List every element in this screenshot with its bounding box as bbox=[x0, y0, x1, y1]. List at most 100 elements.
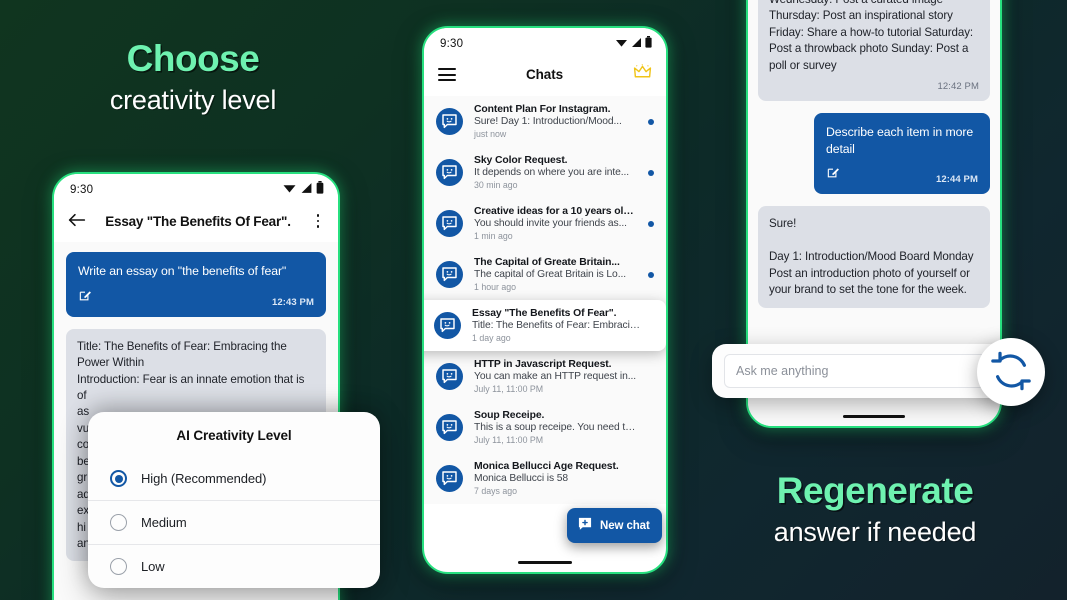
status-bar: 9:30 bbox=[54, 174, 338, 202]
chat-item-meta: Soup Receipe. This is a soup receipe. You… bbox=[474, 410, 637, 445]
creativity-option-label: Medium bbox=[141, 515, 187, 530]
promo-left-subheading: creativity level bbox=[109, 85, 277, 116]
chat-list-item[interactable]: Content Plan For Instagram. Sure! Day 1: … bbox=[424, 96, 666, 147]
search-input[interactable] bbox=[724, 354, 1000, 388]
promo-right-subheading: answer if needed bbox=[773, 517, 977, 548]
promo-composition: Choose creativity level Regenerate answe… bbox=[0, 0, 1067, 600]
chat-item-date: July 11, 11:00 PM bbox=[474, 435, 544, 445]
chat-list-item[interactable]: Essay "The Benefits Of Fear". Title: The … bbox=[424, 300, 666, 351]
bot-message-text: A content plan for Instagram for one wee… bbox=[769, 0, 974, 72]
chat-item-date: 1 hour ago bbox=[474, 282, 517, 292]
signal-icon bbox=[300, 181, 313, 199]
chat-item-meta: Monica Bellucci Age Request. Monica Bellu… bbox=[474, 461, 637, 496]
chat-item-meta: The Capital of Greate Britain... The capi… bbox=[474, 257, 637, 292]
chat-list-item[interactable]: Soup Receipe. This is a soup receipe. You… bbox=[424, 402, 666, 453]
user-message-text: Write an essay on "the benefits of fear" bbox=[78, 264, 287, 278]
bubble-footer: 12:44 PM bbox=[826, 166, 978, 185]
user-message-text: Describe each item in more detail bbox=[826, 125, 974, 156]
chat-item-date: just now bbox=[474, 129, 507, 139]
chat-item-title: Essay "The Benefits Of Fear". bbox=[472, 308, 617, 319]
chat-bot-avatar-icon bbox=[436, 414, 463, 441]
creativity-option-label: High (Recommended) bbox=[141, 471, 267, 486]
back-arrow-icon[interactable] bbox=[68, 212, 86, 230]
creativity-option-row[interactable]: High (Recommended) bbox=[88, 457, 380, 500]
radio-button-unselected[interactable] bbox=[110, 558, 127, 575]
chats-title: Chats bbox=[525, 67, 563, 82]
chat-item-meta: Sky Color Request. It depends on where yo… bbox=[474, 155, 637, 190]
chat-list-item[interactable]: Creative ideas for a 10 years old'... You… bbox=[424, 198, 666, 249]
chat-item-title: Monica Bellucci Age Request. bbox=[474, 461, 619, 472]
chat-bot-avatar-icon bbox=[434, 312, 461, 339]
chat-list-item[interactable]: The Capital of Greate Britain... The capi… bbox=[424, 249, 666, 300]
promo-left: Choose creativity level bbox=[38, 38, 348, 117]
chat-item-date: 7 days ago bbox=[474, 486, 518, 496]
creativity-option-row[interactable]: Low bbox=[88, 544, 380, 588]
bot-message-text: Sure! Day 1: Introduction/Mood Board Mon… bbox=[769, 217, 974, 297]
home-indicator bbox=[843, 414, 905, 418]
unread-badge bbox=[648, 169, 654, 176]
unread-badge bbox=[648, 271, 654, 278]
chat-item-title: Sky Color Request. bbox=[474, 155, 568, 166]
edit-pencil-icon[interactable] bbox=[78, 289, 92, 308]
bubble-footer: 12:43 PM bbox=[78, 289, 314, 308]
chat-list-item[interactable]: Sky Color Request. It depends on where yo… bbox=[424, 147, 666, 198]
chat-bot-avatar-icon bbox=[436, 465, 463, 492]
chat-item-snippet: Monica Bellucci is 58 bbox=[474, 473, 569, 484]
wifi-icon bbox=[615, 35, 628, 53]
ask-input-card bbox=[712, 344, 1012, 398]
chat-item-date: 30 min ago bbox=[474, 180, 518, 190]
chats-header: Chats bbox=[424, 56, 666, 96]
status-bar: 9:30 bbox=[424, 28, 666, 56]
wifi-icon bbox=[282, 181, 297, 199]
radio-button-unselected[interactable] bbox=[110, 514, 127, 531]
chat-item-meta: Content Plan For Instagram. Sure! Day 1: … bbox=[474, 104, 637, 139]
chat-item-title: Content Plan For Instagram. bbox=[474, 104, 611, 115]
chat-item-title: Soup Receipe. bbox=[474, 410, 545, 421]
chat-item-snippet: Sure! Day 1: Introduction/Mood... bbox=[474, 116, 622, 127]
user-message-bubble: Describe each item in more detail 12:44 … bbox=[814, 113, 990, 195]
chat-item-title: Creative ideas for a 10 years old'... bbox=[474, 206, 637, 217]
chat-item-title: HTTP in Javascript Request. bbox=[474, 359, 612, 370]
promo-right: Regenerate answer if needed bbox=[700, 470, 1050, 549]
chat-item-date: 1 day ago bbox=[472, 333, 511, 343]
creativity-option-row[interactable]: Medium bbox=[88, 500, 380, 544]
edit-pencil-icon[interactable] bbox=[826, 166, 840, 185]
regenerate-button[interactable] bbox=[977, 338, 1045, 406]
chat-list-item[interactable]: HTTP in Javascript Request. You can make … bbox=[424, 351, 666, 402]
chat-item-date: 1 min ago bbox=[474, 231, 513, 241]
chat-bot-avatar-icon bbox=[436, 261, 463, 288]
hamburger-menu-icon[interactable] bbox=[438, 68, 456, 81]
new-chat-button[interactable]: New chat bbox=[567, 508, 662, 543]
chat-bot-avatar-icon bbox=[436, 210, 463, 237]
user-message-bubble: Write an essay on "the benefits of fear"… bbox=[66, 252, 326, 317]
chat-item-snippet: It depends on where you are inte... bbox=[474, 167, 630, 178]
radio-button-selected[interactable] bbox=[110, 470, 127, 487]
status-clock: 9:30 bbox=[440, 38, 464, 50]
message-timestamp: 12:42 PM bbox=[937, 81, 979, 93]
creativity-option-label: Low bbox=[141, 559, 165, 574]
ai-creativity-level-dialog[interactable]: AI Creativity Level High (Recommended) Me… bbox=[88, 412, 380, 588]
status-icons bbox=[282, 181, 324, 199]
chat-item-date: July 11, 11:00 PM bbox=[474, 384, 544, 394]
message-timestamp: 12:43 PM bbox=[272, 296, 314, 308]
chat-list-item[interactable]: Monica Bellucci Age Request. Monica Bellu… bbox=[424, 453, 666, 504]
creativity-options-group[interactable]: High (Recommended) Medium Low bbox=[88, 457, 380, 588]
kebab-menu-icon[interactable] bbox=[310, 214, 326, 228]
chat-bot-avatar-icon bbox=[436, 108, 463, 135]
chat-item-snippet: This is a soup receipe. You need to... bbox=[474, 422, 637, 433]
chat-item-meta: Essay "The Benefits Of Fear". Title: The … bbox=[472, 308, 643, 343]
bot-message-bubble: A content plan for Instagram for one wee… bbox=[758, 0, 990, 102]
unread-badge bbox=[648, 220, 654, 227]
chat-item-snippet: You can make an HTTP request in... bbox=[474, 371, 637, 382]
crown-icon[interactable] bbox=[633, 64, 652, 85]
new-chat-plus-icon bbox=[577, 516, 593, 535]
bot-message-bubble: Sure! Day 1: Introduction/Mood Board Mon… bbox=[758, 206, 990, 308]
dialog-title: AI Creativity Level bbox=[176, 428, 292, 443]
chat-list[interactable]: Content Plan For Instagram. Sure! Day 1: … bbox=[424, 96, 666, 504]
chat-bot-avatar-icon bbox=[436, 363, 463, 390]
promo-left-heading: Choose bbox=[126, 38, 260, 79]
page-title: Essay "The Benefits Of Fear". bbox=[105, 213, 291, 229]
refresh-regenerate-icon bbox=[990, 350, 1032, 395]
status-clock: 9:30 bbox=[70, 184, 94, 196]
chat-item-title: The Capital of Greate Britain... bbox=[474, 257, 620, 268]
